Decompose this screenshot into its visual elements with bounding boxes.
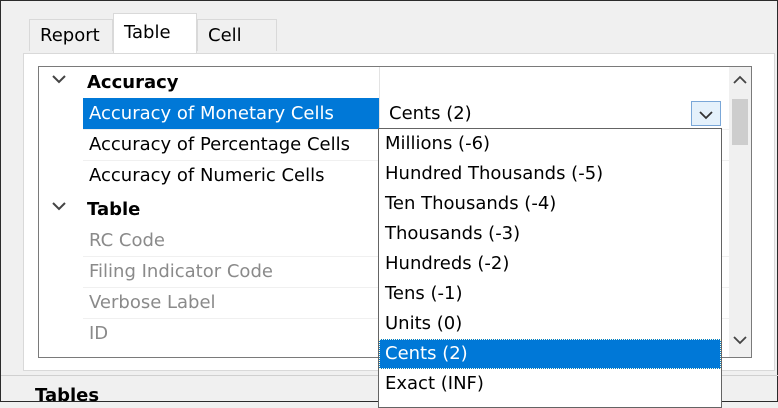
- property-name-id[interactable]: ID: [83, 318, 379, 349]
- chevron-up-icon[interactable]: [729, 69, 751, 93]
- dropdown-option[interactable]: Hundreds (-2): [379, 249, 721, 279]
- tab-report[interactable]: Report: [29, 19, 113, 51]
- accuracy-dropdown-list[interactable]: Millions (-6) Hundred Thousands (-5) Ten…: [378, 128, 722, 408]
- dropdown-option[interactable]: Exact (INF): [379, 369, 721, 399]
- dropdown-option[interactable]: Tens (-1): [379, 279, 721, 309]
- dropdown-option[interactable]: Units (0): [379, 309, 721, 339]
- dropdown-button[interactable]: [691, 101, 721, 126]
- chevron-down-icon[interactable]: [729, 329, 751, 353]
- property-name-rc-code[interactable]: RC Code: [83, 225, 379, 256]
- tab-cell[interactable]: Cell: [197, 19, 277, 51]
- chevron-down-icon[interactable]: [49, 69, 69, 95]
- property-name-percentage[interactable]: Accuracy of Percentage Cells: [83, 129, 379, 160]
- category-accuracy[interactable]: Accuracy: [39, 67, 729, 98]
- property-row[interactable]: Accuracy of Monetary Cells Cents (2): [39, 98, 729, 129]
- dropdown-option[interactable]: Thousands (-3): [379, 219, 721, 249]
- property-name-verbose-label[interactable]: Verbose Label: [83, 287, 379, 318]
- category-label: Table: [87, 199, 141, 220]
- dropdown-option[interactable]: Millions (-6): [379, 129, 721, 159]
- property-name-numeric[interactable]: Accuracy of Numeric Cells: [83, 160, 379, 191]
- property-name-monetary[interactable]: Accuracy of Monetary Cells: [83, 98, 379, 129]
- property-value-monetary[interactable]: Cents (2): [381, 98, 729, 129]
- category-label: Accuracy: [87, 72, 179, 93]
- vertical-scrollbar[interactable]: [729, 67, 751, 357]
- dropdown-option-selected[interactable]: Cents (2): [379, 339, 721, 369]
- scrollbar-thumb[interactable]: [732, 99, 748, 145]
- property-name-filing-indicator[interactable]: Filing Indicator Code: [83, 256, 379, 287]
- tables-section-label: Tables: [35, 385, 100, 406]
- dropdown-option[interactable]: Ten Thousands (-4): [379, 189, 721, 219]
- chevron-down-icon[interactable]: [49, 196, 69, 222]
- tab-table[interactable]: Table: [113, 13, 197, 53]
- dropdown-option[interactable]: Hundred Thousands (-5): [379, 159, 721, 189]
